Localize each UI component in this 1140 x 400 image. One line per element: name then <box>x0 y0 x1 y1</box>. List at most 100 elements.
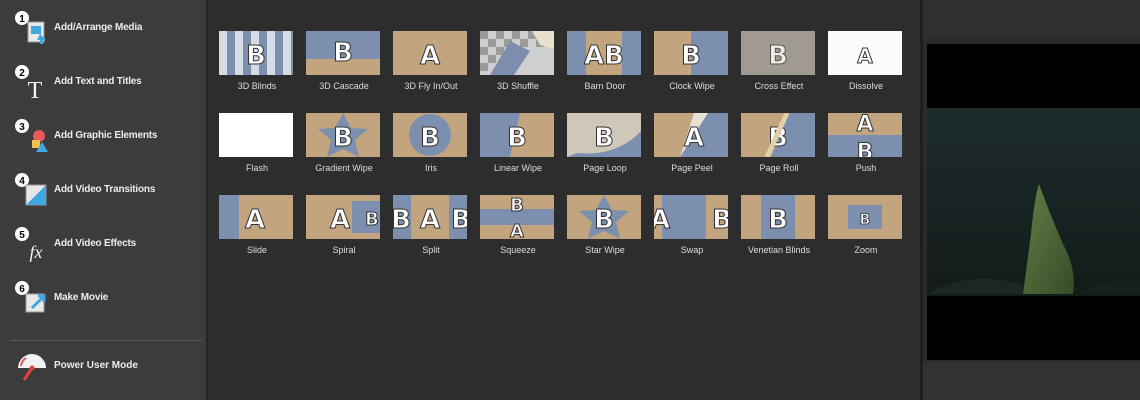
transition-thumbnail: A B <box>306 195 380 239</box>
transition-label: Iris <box>425 163 437 173</box>
svg-text:2: 2 <box>19 68 25 79</box>
transition-thumbnail: B <box>741 195 815 239</box>
transition-label: Cross Effect <box>754 81 804 91</box>
transition-star-wipe[interactable]: B Star Wipe <box>567 195 643 259</box>
svg-text:T: T <box>28 78 43 102</box>
svg-text:B: B <box>681 41 701 71</box>
svg-text:3: 3 <box>19 122 25 133</box>
transition-thumbnail: B <box>306 31 380 75</box>
svg-text:B: B <box>333 123 353 153</box>
transition-thumbnail: B <box>654 31 728 75</box>
transition-3d-fly-in-out[interactable]: A 3D Fly In/Out <box>393 31 469 95</box>
svg-text:6: 6 <box>19 284 25 295</box>
preview-controls <box>923 362 1140 400</box>
transition-venetian-blinds[interactable]: B Venetian Blinds <box>741 195 817 259</box>
video-transitions-icon: 4 <box>12 170 52 210</box>
transition-barn-door[interactable]: AB Barn Door <box>567 31 643 95</box>
transition-page-roll[interactable]: B Page Roll <box>741 113 817 177</box>
transition-3d-shuffle[interactable]: 3D Shuffle <box>480 31 556 95</box>
transition-page-peel[interactable]: A Page Peel <box>654 113 730 177</box>
video-frame-image <box>927 44 1140 360</box>
add-media-icon: 1 <box>12 8 52 48</box>
video-preview[interactable] <box>927 44 1140 360</box>
step-add-video-transitions[interactable]: 4 Add Video Transitions <box>12 170 202 210</box>
step-add-arrange-media[interactable]: 1 Add/Arrange Media <box>12 8 202 48</box>
svg-text:B: B <box>393 205 411 235</box>
svg-text:B: B <box>594 205 614 235</box>
transition-push[interactable]: A B Push <box>828 113 904 177</box>
transition-thumbnail <box>219 113 293 157</box>
transition-3d-cascade[interactable]: B 3D Cascade <box>306 31 382 95</box>
svg-text:B: B <box>333 38 353 68</box>
transition-label: Barn Door <box>584 81 626 91</box>
transition-label: Squeeze <box>500 245 536 255</box>
power-user-label: Power User Mode <box>54 360 138 371</box>
svg-text:B: B <box>768 41 788 71</box>
transition-thumbnail: B <box>219 31 293 75</box>
transition-zoom[interactable]: B Zoom <box>828 195 904 259</box>
transition-label: 3D Cascade <box>319 81 369 91</box>
power-user-mode-button[interactable]: Power User Mode <box>12 346 202 386</box>
svg-text:AB: AB <box>584 41 624 71</box>
transition-label: Slide <box>246 245 267 255</box>
svg-text:B: B <box>451 205 467 235</box>
step-label: Add Video Effects <box>54 238 136 249</box>
transition-label: Linear Wipe <box>493 163 543 173</box>
svg-text:B: B <box>857 140 874 157</box>
transition-dissolve[interactable]: A Dissolve <box>828 31 904 95</box>
step-label: Add Text and Titles <box>54 76 142 87</box>
svg-text:B: B <box>507 123 527 153</box>
step-add-video-effects[interactable]: 5 fx Add Video Effects <box>12 224 202 264</box>
transition-thumbnail: A B <box>828 113 902 157</box>
svg-text:A: A <box>654 205 670 235</box>
text-titles-icon: 2 T <box>12 62 52 104</box>
graphic-elements-icon: 3 <box>12 116 52 156</box>
svg-text:A: A <box>856 113 873 137</box>
transition-3d-blinds[interactable]: B 3D Blinds <box>219 31 295 95</box>
step-add-graphic-elements[interactable]: 3 Add Graphic Elements <box>12 116 202 156</box>
transition-page-loop[interactable]: B Page Loop <box>567 113 643 177</box>
transition-split[interactable]: A B B Split <box>393 195 469 259</box>
transition-thumbnail: B <box>567 195 641 239</box>
svg-text:fx: fx <box>30 242 43 262</box>
transition-flash[interactable]: Flash <box>219 113 295 177</box>
svg-text:B: B <box>594 123 614 153</box>
step-add-text-titles[interactable]: 2 T Add Text and Titles <box>12 62 202 104</box>
transition-gradient-wipe[interactable]: B Gradient Wipe <box>306 113 382 177</box>
transition-thumbnail: B <box>741 113 815 157</box>
make-movie-icon: 6 <box>12 278 52 318</box>
step-make-movie[interactable]: 6 Make Movie <box>12 278 202 318</box>
transition-label: 3D Shuffle <box>497 81 539 91</box>
svg-text:A: A <box>857 44 873 68</box>
transition-label: Clock Wipe <box>669 81 715 91</box>
step-label: Make Movie <box>54 292 109 303</box>
transition-iris[interactable]: B Iris <box>393 113 469 177</box>
transition-thumbnail: B <box>741 31 815 75</box>
preview-panel <box>920 0 1140 400</box>
svg-text:B: B <box>768 205 788 235</box>
transition-thumbnail: A <box>654 113 728 157</box>
transition-label: 3D Fly In/Out <box>404 81 458 91</box>
transition-thumbnail: B <box>393 113 467 157</box>
transition-squeeze[interactable]: B A Squeeze <box>480 195 556 259</box>
transition-label: Dissolve <box>848 81 883 91</box>
transition-swap[interactable]: A B Swap <box>654 195 730 259</box>
transition-label: Page Loop <box>583 163 627 173</box>
transition-thumbnail: A <box>393 31 467 75</box>
step-label: Add Video Transitions <box>54 184 156 195</box>
transition-clock-wipe[interactable]: B Clock Wipe <box>654 31 730 95</box>
svg-text:1: 1 <box>19 14 25 25</box>
transition-cross-effect[interactable]: B Cross Effect <box>741 31 817 95</box>
transition-thumbnail: AB <box>567 31 641 75</box>
svg-text:B: B <box>420 123 440 153</box>
transition-linear-wipe[interactable]: B Linear Wipe <box>480 113 556 177</box>
transition-spiral[interactable]: A B Spiral <box>306 195 382 259</box>
svg-text:A: A <box>684 123 704 153</box>
transition-label: Spiral <box>332 245 356 255</box>
transition-slide[interactable]: A Slide <box>219 195 295 259</box>
transition-label: Split <box>422 245 440 255</box>
svg-text:B: B <box>860 212 871 228</box>
preview-toolbar <box>923 0 1140 38</box>
transition-thumbnail <box>480 31 554 75</box>
transition-label: Flash <box>245 163 268 173</box>
